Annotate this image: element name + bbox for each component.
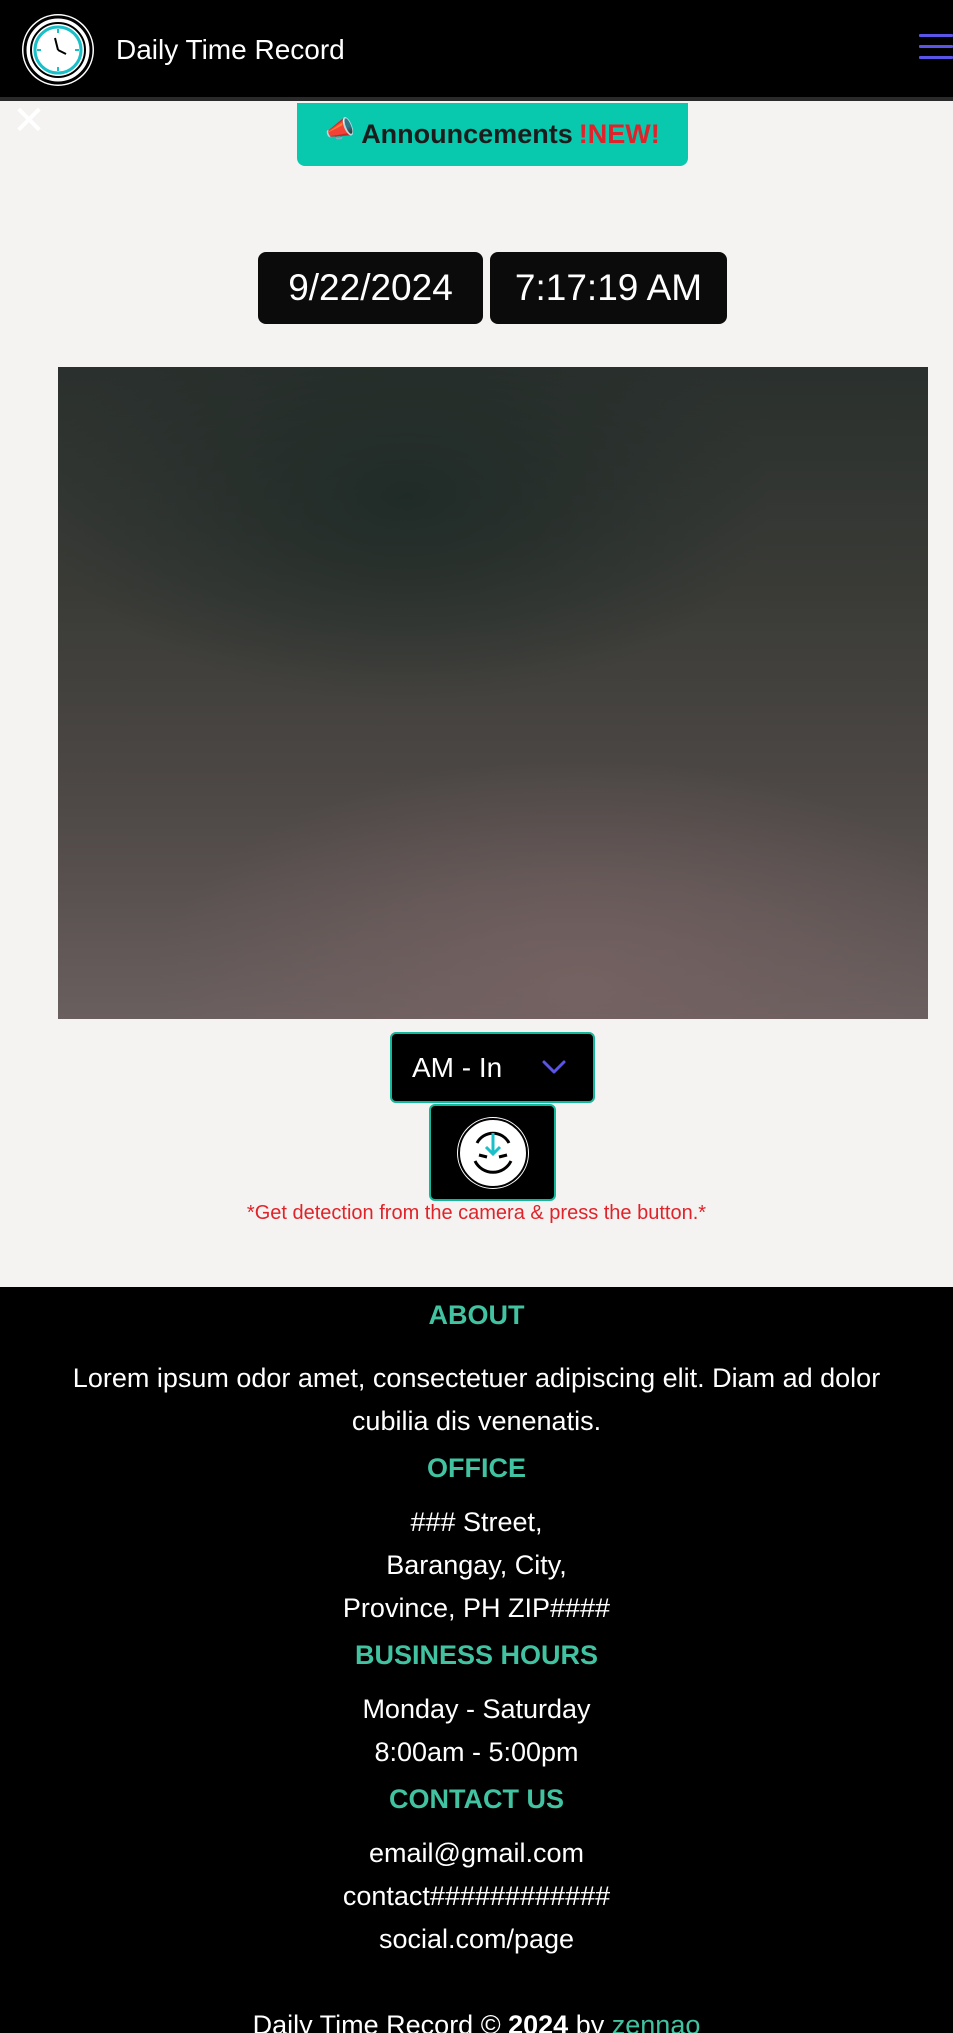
business-hours-heading: BUSINESS HOURS [354, 1640, 599, 1670]
clock-icon[interactable] [22, 14, 94, 86]
app-title: Daily Time Record [116, 34, 345, 65]
copyright-by: by [575, 2010, 605, 2033]
announcements-label: Announcements [361, 119, 573, 149]
attendance-type-select[interactable]: AM - In [390, 1032, 595, 1103]
hours-line: 8:00am - 5:00pm [374, 1737, 579, 1767]
contact-number[interactable]: contact############ [0, 1875, 953, 1918]
contact-social[interactable]: social.com/page [0, 1918, 953, 1961]
office-line: Province, PH ZIP#### [342, 1593, 611, 1623]
about-text: Lorem ipsum odor amet, consectetuer adip… [72, 1363, 881, 1436]
detection-hint: *Get detection from the camera & press t… [246, 1202, 707, 1224]
close-icon[interactable]: ✕ [12, 101, 46, 141]
office-heading: OFFICE [427, 1453, 526, 1483]
office-line: ### Street, [410, 1507, 543, 1537]
hours-line: Monday - Saturday [362, 1694, 591, 1724]
date-display: 9/22/2024 [258, 252, 483, 324]
copyright-prefix: Daily Time Record © [252, 2010, 501, 2033]
hamburger-menu-icon[interactable] [919, 34, 953, 64]
footer: ABOUT Lorem ipsum odor amet, consectetue… [0, 1287, 953, 2033]
contact-email[interactable]: email@gmail.com [0, 1832, 953, 1875]
contact-heading: CONTACT US [389, 1784, 564, 1814]
megaphone-icon: 📣 [325, 114, 356, 143]
office-line: Barangay, City, [386, 1550, 567, 1580]
about-heading: ABOUT [428, 1300, 525, 1330]
camera-feed [58, 367, 928, 1019]
author-link[interactable]: zennao [612, 2010, 701, 2033]
attendance-type-value: AM - In [412, 1051, 503, 1083]
time-display: 7:17:19 AM [490, 252, 727, 324]
top-navbar: Daily Time Record [0, 0, 953, 101]
chevron-down-icon [542, 1060, 566, 1074]
announcements-button[interactable]: 📣 Announcements !NEW! [297, 103, 688, 166]
copyright: Daily Time Record © 2024 by zennao [0, 2010, 953, 2033]
face-scan-icon [456, 1116, 529, 1189]
new-badge: !NEW! [578, 119, 660, 149]
copyright-year: 2024 [508, 2010, 569, 2033]
submit-detection-button[interactable] [429, 1104, 556, 1201]
